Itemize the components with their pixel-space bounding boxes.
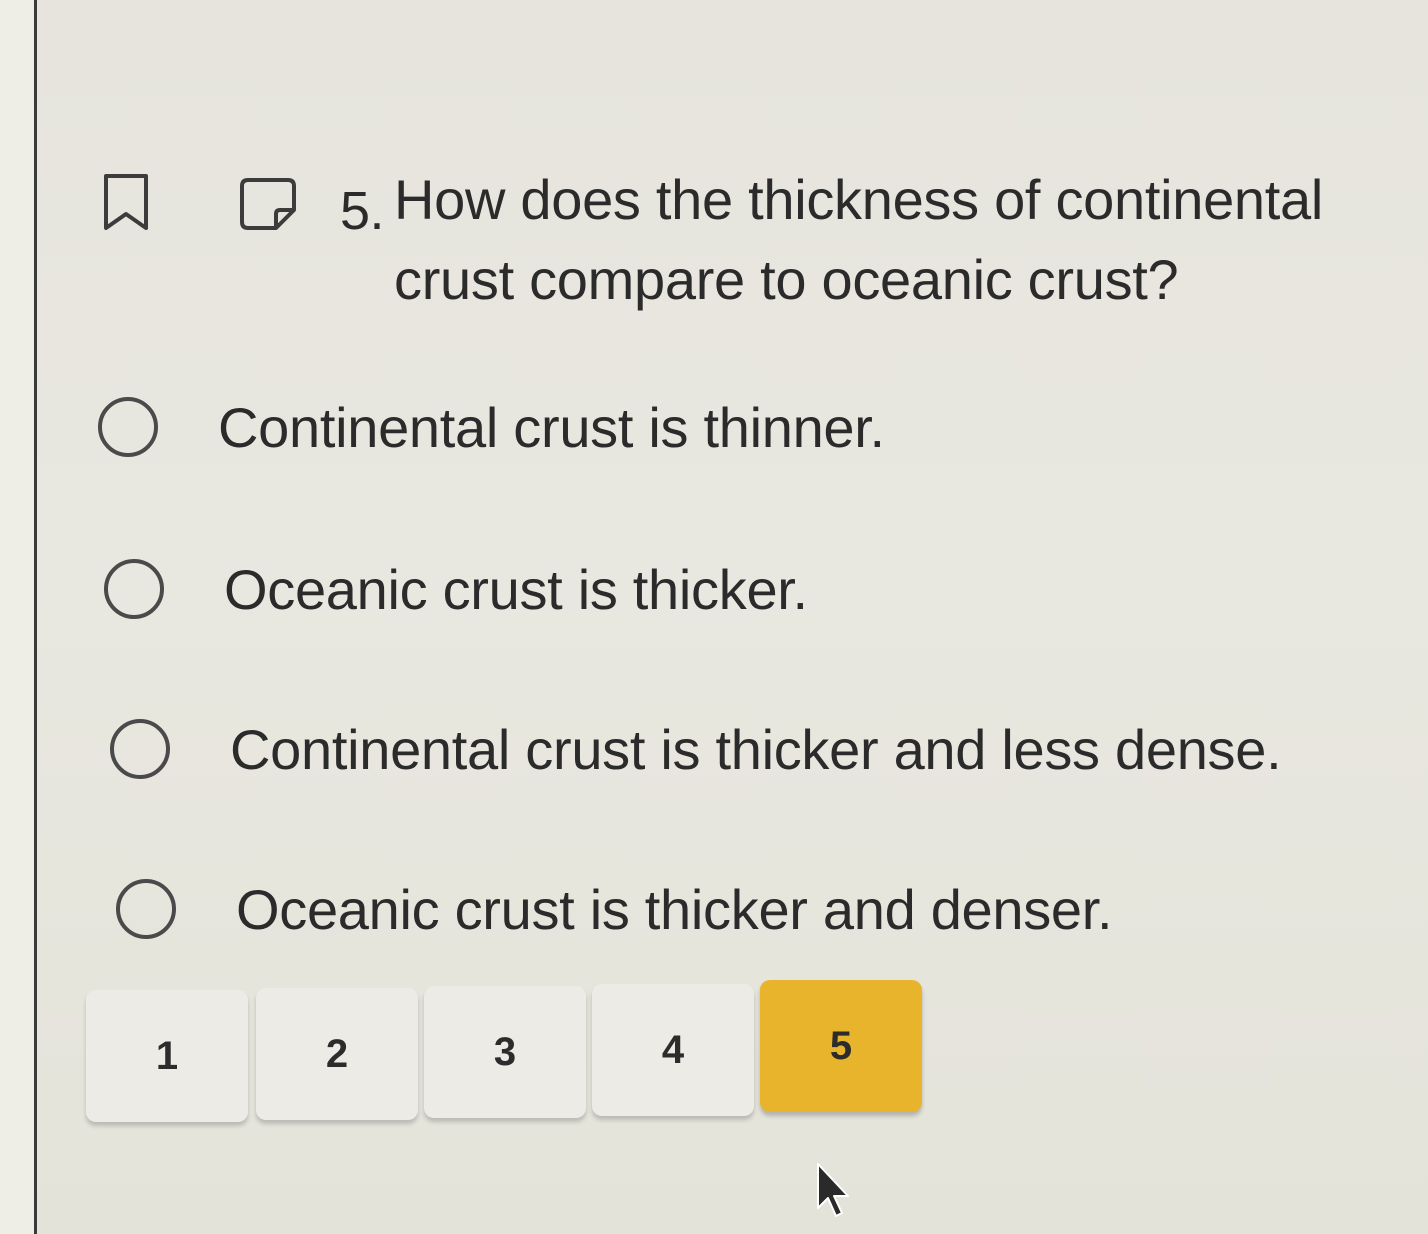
answer-option-1[interactable]: Continental crust is thinner.: [98, 382, 1318, 472]
option-label: Continental crust is thicker and less de…: [230, 717, 1282, 781]
radio-button[interactable]: [98, 397, 158, 457]
page-button-5-current[interactable]: 5: [760, 980, 922, 1112]
option-label: Oceanic crust is thicker and denser.: [236, 877, 1113, 941]
answer-option-2[interactable]: Oceanic crust is thicker.: [104, 544, 1324, 634]
option-label: Continental crust is thinner.: [218, 395, 885, 459]
mouse-cursor-icon: [817, 1163, 849, 1217]
question-pager: 1 2 3 4 5: [86, 980, 926, 1130]
page-button-3[interactable]: 3: [424, 986, 586, 1118]
page-button-1[interactable]: 1: [86, 990, 248, 1122]
page-button-4[interactable]: 4: [592, 984, 754, 1116]
option-label: Oceanic crust is thicker.: [224, 557, 808, 621]
question-number: 5.: [340, 181, 385, 241]
question-text: How does the thickness of continental cr…: [394, 168, 1324, 311]
answer-option-3[interactable]: Continental crust is thicker and less de…: [110, 704, 1330, 794]
answer-option-4[interactable]: Oceanic crust is thicker and denser.: [116, 864, 1336, 954]
question-header: 5. How does the thickness of continental…: [100, 150, 1360, 320]
page-button-2[interactable]: 2: [256, 988, 418, 1120]
radio-button[interactable]: [116, 879, 176, 939]
radio-button[interactable]: [110, 719, 170, 779]
note-icon[interactable]: [238, 176, 298, 232]
radio-button[interactable]: [104, 559, 164, 619]
bookmark-icon[interactable]: [100, 170, 152, 234]
left-panel-edge: [0, 0, 37, 1234]
